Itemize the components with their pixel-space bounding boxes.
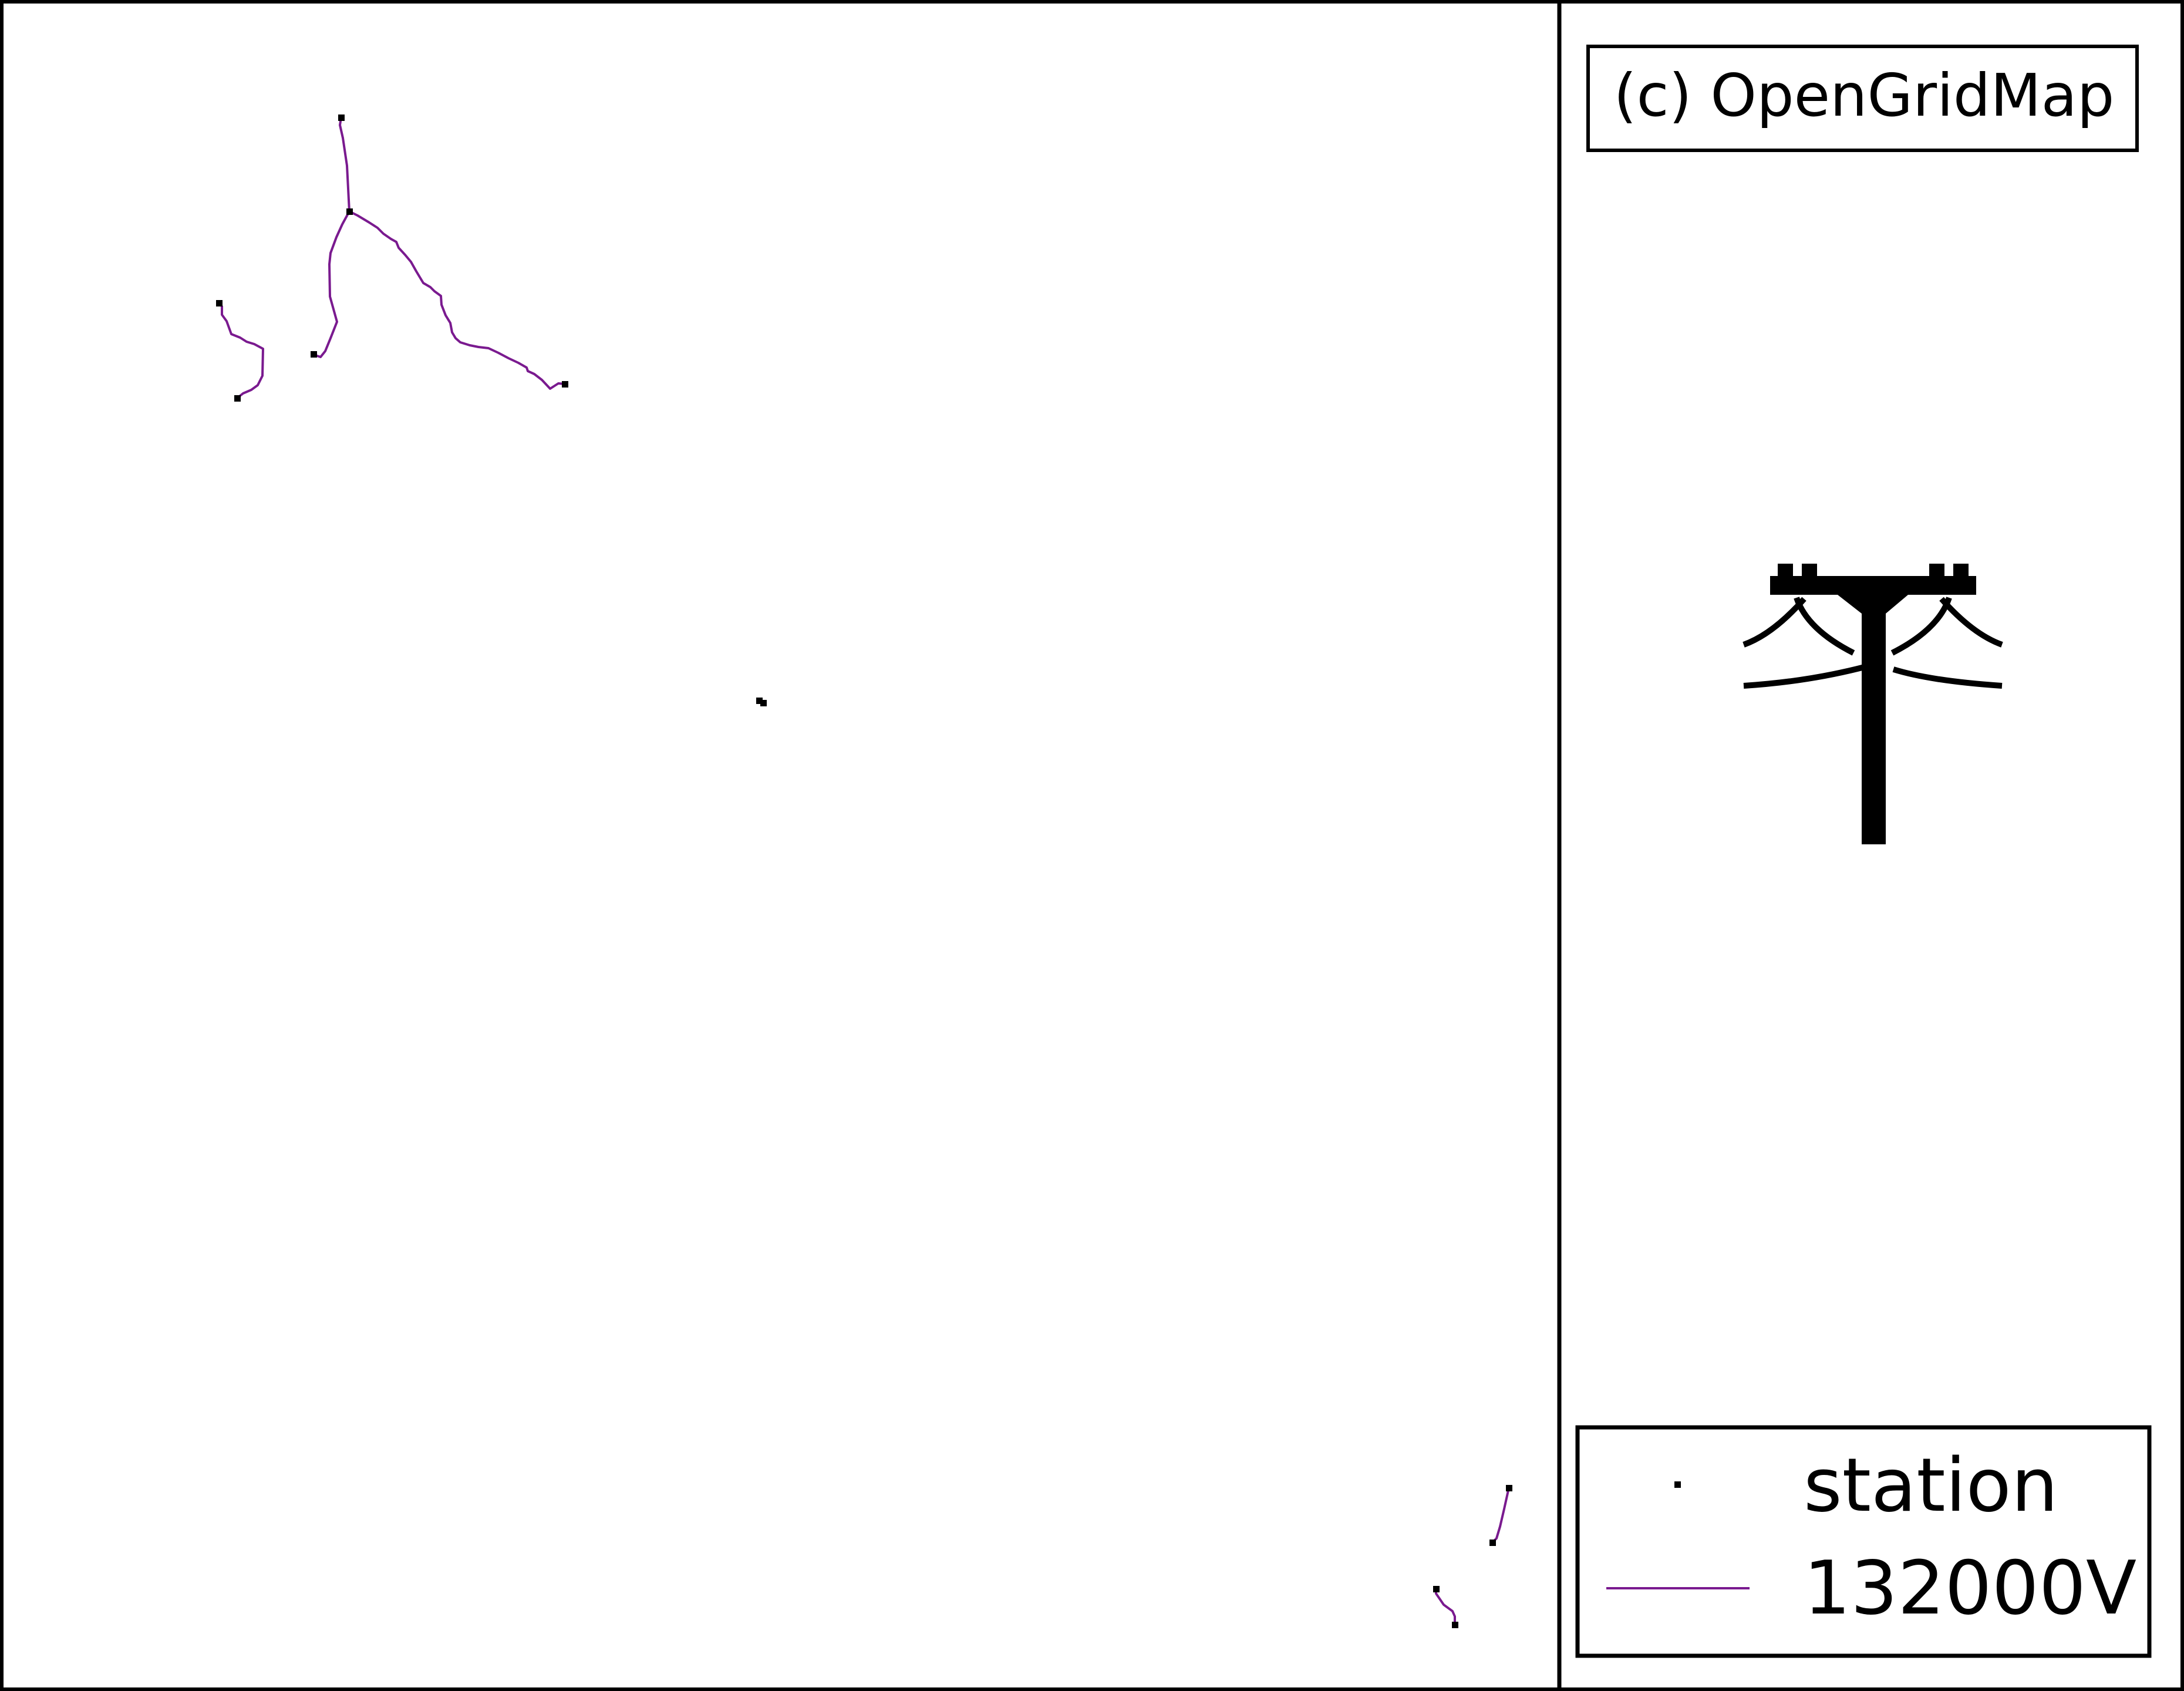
station-marker	[1489, 1540, 1496, 1546]
legend-station-marker	[1674, 1481, 1681, 1488]
legend-station-label: station	[1804, 1442, 2058, 1528]
station-marker	[1433, 1586, 1440, 1592]
power-lines	[218, 117, 1510, 1625]
power-line	[313, 211, 350, 358]
station-marker	[338, 114, 345, 121]
station-marker	[760, 700, 767, 706]
station-marker	[216, 300, 223, 306]
station-marker	[311, 351, 317, 358]
map-figure: (c) OpenGridMap station 132000V	[0, 0, 2184, 1691]
map-canvas	[0, 0, 2184, 1691]
power-line	[1491, 1487, 1510, 1544]
station-marker	[1506, 1485, 1512, 1491]
power-pole-icon	[1743, 564, 2003, 844]
copyright-text: (c) OpenGridMap	[1613, 61, 2115, 130]
power-line	[1435, 1589, 1456, 1625]
legend-line-label: 132000V	[1804, 1545, 2137, 1631]
stations	[216, 114, 1512, 1628]
station-marker	[1452, 1622, 1458, 1628]
station-marker	[234, 395, 241, 402]
power-line	[339, 117, 350, 212]
station-marker	[562, 381, 568, 388]
station-marker	[346, 208, 353, 215]
power-line	[349, 210, 566, 390]
power-line	[218, 302, 264, 399]
